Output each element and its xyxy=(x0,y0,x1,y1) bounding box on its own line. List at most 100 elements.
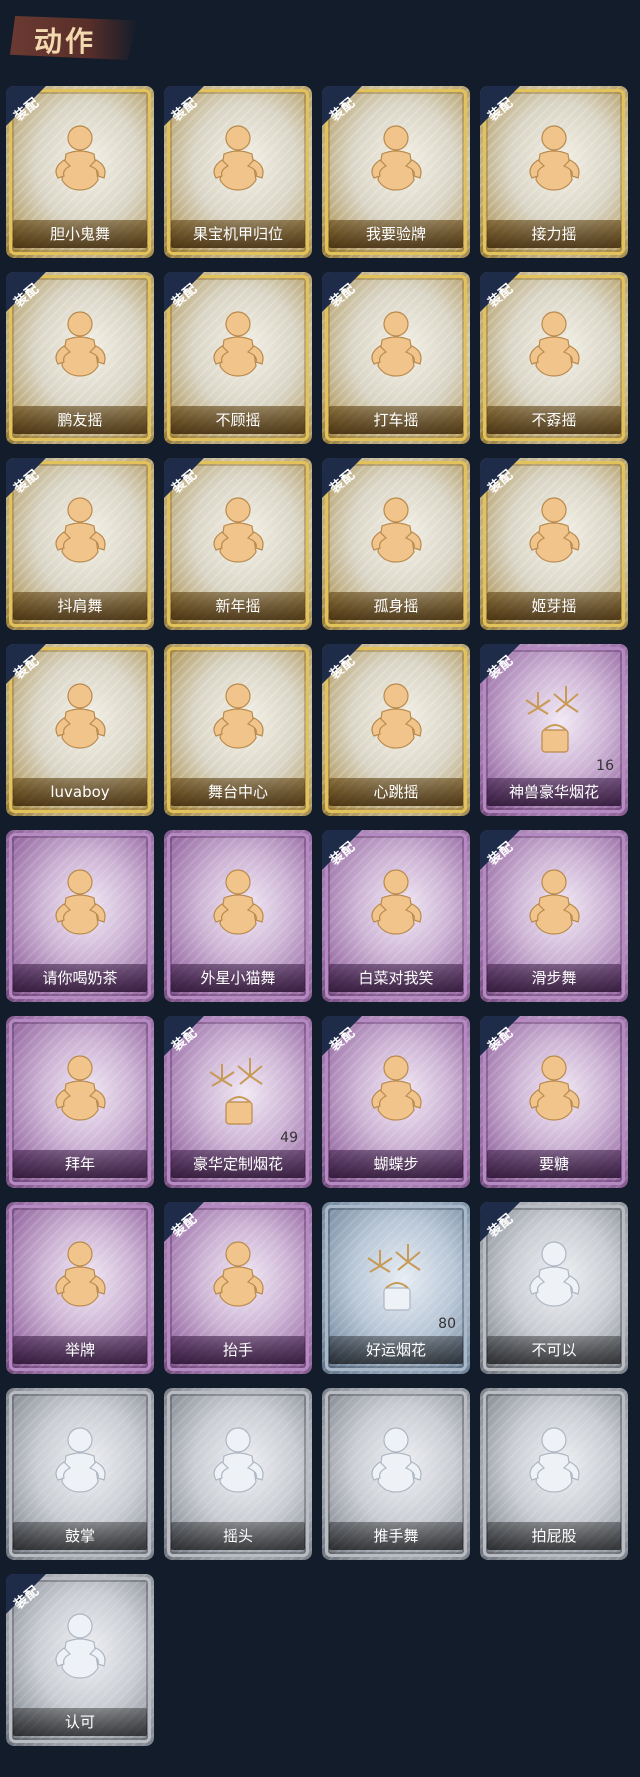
emote-label: 接力摇 xyxy=(487,220,621,248)
emote-card-17[interactable]: 装配 请你喝奶茶 xyxy=(6,830,154,1002)
emote-card-26[interactable]: 装配 抬手 xyxy=(164,1202,312,1374)
dance-figure-icon xyxy=(55,683,106,749)
emote-card-22[interactable]: 装配 49 豪华定制烟花 xyxy=(164,1016,312,1188)
emote-card-3[interactable]: 装配 我要验牌 xyxy=(322,86,470,258)
dance-figure-icon xyxy=(213,497,264,563)
emote-card-32[interactable]: 装配 拍屁股 xyxy=(480,1388,628,1560)
emote-label: 推手舞 xyxy=(329,1522,463,1550)
emote-card-33[interactable]: 装配 认可 xyxy=(6,1574,154,1746)
emote-card-6[interactable]: 装配 不顾摇 xyxy=(164,272,312,444)
emote-card-29[interactable]: 装配 鼓掌 xyxy=(6,1388,154,1560)
dance-figure-icon xyxy=(529,1427,580,1493)
emote-label: 好运烟花 xyxy=(329,1336,463,1364)
dance-figure-icon xyxy=(529,1055,580,1121)
emote-card-2[interactable]: 装配 果宝机甲归位 xyxy=(164,86,312,258)
equipped-badge: 装配 xyxy=(322,1016,366,1060)
equipped-badge: 装配 xyxy=(480,1202,524,1246)
equipped-badge: 装配 xyxy=(164,1016,208,1060)
emote-card-5[interactable]: 装配 鹏友摇 xyxy=(6,272,154,444)
equipped-badge: 装配 xyxy=(6,458,50,502)
dance-figure-icon xyxy=(529,497,580,563)
dance-figure-icon xyxy=(213,869,264,935)
section-header: 动作 xyxy=(0,0,640,72)
page-title: 动作 xyxy=(34,25,97,58)
dance-figure-icon xyxy=(55,125,106,191)
emote-label: 打车摇 xyxy=(329,406,463,434)
emote-card-20[interactable]: 装配 滑步舞 xyxy=(480,830,628,1002)
emote-card-27[interactable]: 装配 80 好运烟花 xyxy=(322,1202,470,1374)
emote-card-31[interactable]: 装配 推手舞 xyxy=(322,1388,470,1560)
emote-label: 摇头 xyxy=(171,1522,305,1550)
emote-label: 豪华定制烟花 xyxy=(171,1150,305,1178)
emote-card-7[interactable]: 装配 打车摇 xyxy=(322,272,470,444)
emote-label: 鹏友摇 xyxy=(13,406,147,434)
sign-figure-icon xyxy=(55,1241,106,1307)
fireworks-icon xyxy=(525,686,579,753)
clap-icon xyxy=(55,1427,106,1493)
equipped-badge: 装配 xyxy=(480,86,524,130)
emote-card-21[interactable]: 装配 拜年 xyxy=(6,1016,154,1188)
emote-card-15[interactable]: 装配 心跳摇 xyxy=(322,644,470,816)
equipped-badge: 装配 xyxy=(322,830,366,874)
emote-card-8[interactable]: 装配 不孬摇 xyxy=(480,272,628,444)
emote-label: 舞台中心 xyxy=(171,778,305,806)
equipped-badge: 装配 xyxy=(164,1202,208,1246)
emote-label: 滑步舞 xyxy=(487,964,621,992)
thumbs-up-icon xyxy=(55,1613,106,1679)
equipped-badge: 装配 xyxy=(480,458,524,502)
emote-label: 姬芽摇 xyxy=(487,592,621,620)
dance-figure-icon xyxy=(213,125,264,191)
emote-card-1[interactable]: 装配 胆小鬼舞 xyxy=(6,86,154,258)
dance-figure-icon xyxy=(529,869,580,935)
emote-card-11[interactable]: 装配 孤身摇 xyxy=(322,458,470,630)
emote-card-9[interactable]: 装配 抖肩舞 xyxy=(6,458,154,630)
dance-figure-icon xyxy=(371,683,422,749)
emote-card-19[interactable]: 装配 白菜对我笑 xyxy=(322,830,470,1002)
equipped-badge: 装配 xyxy=(480,644,524,688)
emote-label: 抬手 xyxy=(171,1336,305,1364)
dance-figure-icon xyxy=(371,1055,422,1121)
item-count: 16 xyxy=(596,758,614,774)
emote-label: 胆小鬼舞 xyxy=(13,220,147,248)
emote-card-25[interactable]: 装配 举牌 xyxy=(6,1202,154,1374)
fireworks-icon xyxy=(209,1058,263,1125)
emote-card-23[interactable]: 装配 蝴蝶步 xyxy=(322,1016,470,1188)
emote-card-13[interactable]: 装配 luvaboy xyxy=(6,644,154,816)
equipped-badge: 装配 xyxy=(6,86,50,130)
emote-card-14[interactable]: 装配 舞台中心 xyxy=(164,644,312,816)
dance-figure-icon xyxy=(529,311,580,377)
equipped-badge: 装配 xyxy=(322,86,366,130)
dance-figure-icon xyxy=(213,311,264,377)
emote-card-18[interactable]: 装配 外星小猫舞 xyxy=(164,830,312,1002)
emote-label: 不孬摇 xyxy=(487,406,621,434)
emote-label: 不可以 xyxy=(487,1336,621,1364)
dance-figure-icon xyxy=(371,311,422,377)
emote-card-16[interactable]: 装配 16 神兽豪华烟花 xyxy=(480,644,628,816)
equipped-badge: 装配 xyxy=(164,272,208,316)
equipped-badge: 装配 xyxy=(480,272,524,316)
emote-card-4[interactable]: 装配 接力摇 xyxy=(480,86,628,258)
emote-label: 请你喝奶茶 xyxy=(13,964,147,992)
dance-figure-icon xyxy=(213,1427,264,1493)
dance-figure-icon xyxy=(371,497,422,563)
dance-figure-icon xyxy=(55,497,106,563)
dance-figure-icon xyxy=(371,869,422,935)
emote-label: 不顾摇 xyxy=(171,406,305,434)
emote-card-12[interactable]: 装配 姬芽摇 xyxy=(480,458,628,630)
equipped-badge: 装配 xyxy=(6,1574,50,1618)
item-count: 80 xyxy=(438,1316,456,1332)
dance-figure-icon xyxy=(213,1241,264,1307)
sign-figure-icon xyxy=(55,869,106,935)
emote-card-30[interactable]: 装配 摇头 xyxy=(164,1388,312,1560)
emote-label: 拜年 xyxy=(13,1150,147,1178)
equipped-badge: 装配 xyxy=(322,272,366,316)
emote-card-24[interactable]: 装配 要糖 xyxy=(480,1016,628,1188)
finger-wag-icon xyxy=(529,1241,580,1307)
emote-label: 孤身摇 xyxy=(329,592,463,620)
emote-label: 抖肩舞 xyxy=(13,592,147,620)
emote-card-28[interactable]: 装配 不可以 xyxy=(480,1202,628,1374)
bow-figure-icon xyxy=(55,1055,106,1121)
equipped-badge: 装配 xyxy=(480,830,524,874)
emote-label: 举牌 xyxy=(13,1336,147,1364)
emote-card-10[interactable]: 装配 新年摇 xyxy=(164,458,312,630)
